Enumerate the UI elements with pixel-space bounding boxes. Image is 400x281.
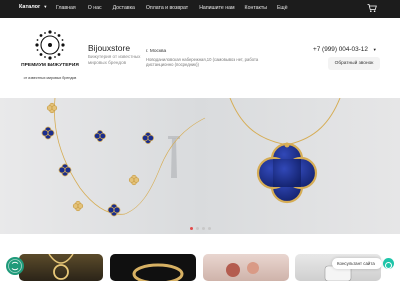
slider-dot-3[interactable]	[202, 227, 205, 230]
nav-item-home[interactable]: Главная	[56, 5, 76, 11]
product-card-3-image	[226, 262, 259, 277]
site-header: ПРЕМИУМ БИЖУТЕРИЯ от известных мировых б…	[0, 18, 400, 99]
site-logo[interactable]: ПРЕМИУМ БИЖУТЕРИЯ от известных мировых б…	[19, 30, 81, 88]
product-card-1[interactable]	[19, 254, 103, 281]
chat-button[interactable]	[383, 258, 394, 269]
nav-item-delivery[interactable]: Доставка	[113, 5, 135, 11]
nav-item-write-us[interactable]: Напишите нам	[199, 5, 234, 11]
phone-number[interactable]: +7 (999) 004-03-12 ▼	[313, 46, 377, 53]
slider-dot-1[interactable]	[190, 227, 193, 230]
hero-slider[interactable]	[0, 98, 400, 234]
slider-dot-2[interactable]	[196, 227, 199, 230]
store-city: г. Москва	[146, 49, 167, 54]
product-card-1-image	[48, 254, 74, 280]
store-description: Бижутерия от известных мировых брендов	[88, 54, 141, 65]
main-nav: Главная О нас Доставка Оплата и возврат …	[56, 5, 288, 11]
slider-pagination	[190, 227, 211, 230]
nav-item-payment[interactable]: Оплата и возврат	[146, 5, 188, 11]
cart-icon[interactable]	[367, 3, 377, 13]
phone-text: +7 (999) 004-03-12	[313, 46, 368, 53]
hero-slide-image	[0, 98, 400, 234]
product-card-2[interactable]	[110, 254, 196, 281]
nav-item-contacts[interactable]: Контакты	[245, 5, 267, 11]
product-card-2-image	[132, 263, 184, 281]
logo-ornament-icon	[35, 30, 65, 60]
chevron-down-icon: ▼	[43, 4, 48, 9]
contact-float-icon	[8, 259, 22, 273]
chat-icon	[385, 262, 392, 269]
logo-caption: ПРЕМИУМ БИЖУТЕРИЯ	[21, 63, 79, 68]
store-address: Новоданиловская набережная,10 (самовывоз…	[146, 57, 259, 67]
store-name: Bijouxstore	[88, 43, 131, 53]
product-card-3[interactable]	[203, 254, 289, 281]
callback-button[interactable]: Обратный звонок	[328, 57, 380, 70]
nav-item-more[interactable]: Ещё	[277, 5, 288, 11]
top-navigation-bar: Каталог ▼ Главная О нас Доставка Оплата и…	[0, 0, 400, 18]
chat-widget-label[interactable]: Консультант сайта	[332, 258, 382, 269]
slider-dot-4[interactable]	[208, 227, 211, 230]
catalog-label: Каталог	[19, 4, 41, 10]
logo-subcaption: от известных мировых брендов	[23, 76, 77, 80]
phone-chevron-icon[interactable]: ▼	[373, 47, 377, 52]
catalog-button[interactable]: Каталог ▼	[19, 4, 47, 10]
contact-float-button[interactable]	[6, 257, 24, 275]
nav-item-about[interactable]: О нас	[88, 5, 102, 11]
